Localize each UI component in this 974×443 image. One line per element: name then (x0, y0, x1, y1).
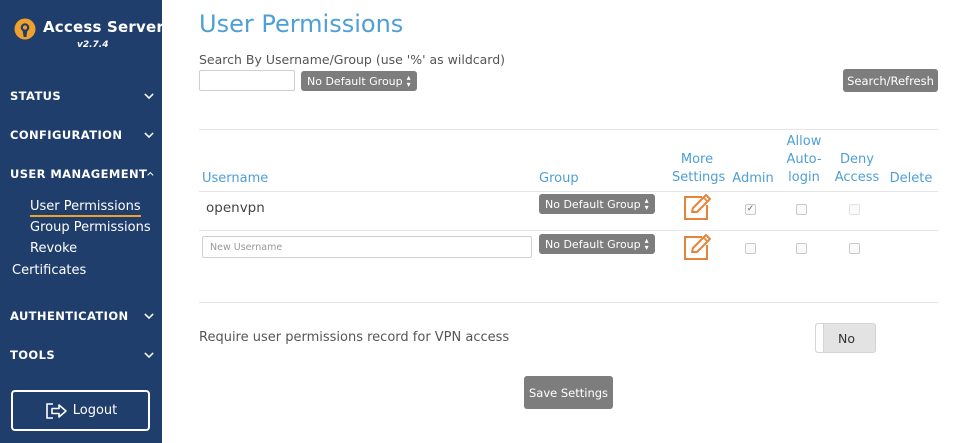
column-header-line: Auto- (786, 152, 822, 167)
allow-autologin-checkbox[interactable] (796, 243, 807, 254)
user-group-value: No Default Group (545, 197, 641, 211)
sidebar: Access Server v2.7.4 STATUS CONFIGURATIO… (0, 0, 164, 443)
search-refresh-button[interactable]: Search/Refresh (843, 69, 938, 92)
new-user-group-value: No Default Group (545, 237, 641, 251)
new-user-group-select[interactable]: No Default Group ▴ ▾ (539, 234, 655, 254)
nav-section-label: TOOLS (10, 348, 56, 362)
sidebar-item-group-permissions[interactable]: Group Permissions (30, 220, 151, 235)
column-header-line: Deny (840, 152, 874, 167)
column-header-line: More (680, 152, 714, 167)
sidebar-item-revoke[interactable]: Revoke (30, 241, 77, 256)
user-group-select[interactable]: No Default Group ▴ ▾ (539, 194, 655, 214)
select-arrows-icon: ▴ ▾ (644, 236, 649, 252)
admin-checkbox[interactable]: ✓ (745, 204, 756, 215)
column-header-line: login (788, 170, 820, 185)
divider (199, 302, 938, 303)
deny-access-checkbox[interactable] (849, 243, 860, 254)
page-title: User Permissions (199, 10, 404, 38)
nav-section-label: CONFIGURATION (10, 128, 123, 142)
require-permissions-toggle[interactable]: No (815, 323, 876, 353)
select-arrows-icon: ▴ ▾ (406, 73, 411, 89)
allow-autologin-checkbox[interactable] (796, 204, 807, 215)
search-label: Search By Username/Group (use '%' as wil… (199, 52, 506, 67)
nav-section-tools[interactable]: TOOLS (10, 345, 154, 365)
column-header-more-settings: More Settings (672, 151, 726, 187)
toggle-knob (816, 324, 824, 352)
save-settings-button[interactable]: Save Settings (524, 376, 613, 409)
chevron-up-icon (147, 171, 154, 176)
nav-section-status[interactable]: STATUS (10, 86, 154, 106)
select-arrows-icon: ▴ ▾ (644, 196, 649, 212)
divider (199, 191, 938, 192)
column-header-line: Settings (672, 170, 726, 185)
admin-checkbox[interactable] (745, 243, 756, 254)
deny-access-checkbox (849, 204, 860, 215)
logout-label: Logout (72, 403, 118, 418)
brand-version: v2.7.4 (77, 40, 109, 50)
sidebar-item-user-permissions[interactable]: User Permissions (30, 199, 141, 217)
brand-title: Access Server (43, 18, 164, 36)
group-filter-value: No Default Group (307, 74, 403, 88)
column-header-allow-autologin: Allow Auto- login (782, 133, 826, 187)
column-header-line: Access (834, 170, 880, 185)
sidebar-item-certificates[interactable]: Certificates (12, 263, 86, 278)
toggle-value: No (838, 331, 855, 346)
chevron-down-icon (144, 132, 154, 139)
nav-section-label: USER MANAGEMENT (10, 167, 148, 181)
column-header-admin: Admin (732, 171, 774, 186)
nav-section-label: STATUS (10, 89, 62, 103)
nav-section-configuration[interactable]: CONFIGURATION (10, 125, 154, 145)
chevron-down-icon (144, 313, 154, 320)
logout-icon (45, 402, 67, 419)
search-input[interactable] (199, 70, 295, 91)
divider (199, 129, 938, 130)
chevron-down-icon (144, 93, 154, 100)
group-filter-select[interactable]: No Default Group ▴ ▾ (301, 71, 417, 91)
new-username-input[interactable]: New Username (202, 236, 532, 258)
openvpn-logo-icon (14, 18, 36, 40)
nav-section-user-management[interactable]: USER MANAGEMENT (10, 164, 154, 184)
brand[interactable]: Access Server (14, 18, 164, 40)
username-openvpn: openvpn (206, 200, 265, 216)
chevron-down-icon (144, 352, 154, 359)
divider (199, 230, 938, 231)
edit-icon[interactable] (682, 233, 712, 261)
nav-section-label: AUTHENTICATION (10, 309, 129, 323)
column-header-line: Allow (786, 134, 822, 149)
require-permissions-label: Require user permissions record for VPN … (199, 330, 510, 345)
logout-button[interactable]: Logout (11, 390, 150, 431)
column-header-delete: Delete (889, 171, 933, 186)
column-header-group: Group (539, 171, 579, 186)
nav-section-authentication[interactable]: AUTHENTICATION (10, 306, 154, 326)
column-header-deny-access: Deny Access (832, 151, 882, 187)
column-header-username: Username (202, 171, 269, 186)
edit-icon[interactable] (682, 193, 712, 221)
